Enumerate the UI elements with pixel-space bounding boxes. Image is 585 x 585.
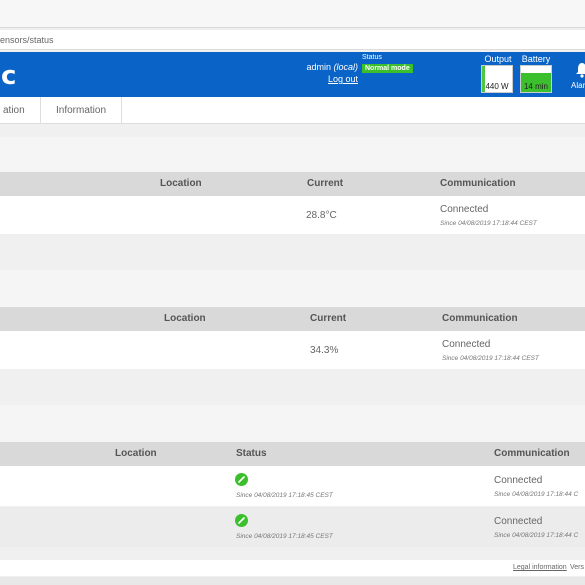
browser-toolbar xyxy=(0,0,585,28)
table-row[interactable]: 34.3% Connected Since 04/08/2019 17:18:4… xyxy=(0,331,585,369)
temperature-table-header: Location Current Communication xyxy=(0,172,585,196)
user-scope: (local) xyxy=(333,62,358,72)
comm-status: Connected xyxy=(442,339,491,350)
comm-since: Since 04/08/2019 17:18:44 C xyxy=(494,491,579,498)
comm-since: Since 04/08/2019 17:18:44 C xyxy=(494,532,579,539)
col-communication: Communication xyxy=(494,448,570,459)
col-location: Location xyxy=(160,178,202,189)
check-icon xyxy=(235,514,248,527)
alarms-label[interactable]: Alar xyxy=(571,81,585,90)
logo: c xyxy=(1,61,17,91)
status-badge: Normal mode xyxy=(362,64,413,73)
temperature-section-header xyxy=(0,137,585,172)
user-name: admin xyxy=(306,62,331,72)
logout-link[interactable]: Log out xyxy=(298,73,358,85)
tab-configuration[interactable]: ation xyxy=(0,97,41,124)
tab-information[interactable]: Information xyxy=(41,97,123,124)
battery-gauge[interactable]: 14 min xyxy=(520,65,552,93)
table-row[interactable]: 28.8°C Connected Since 04/08/2019 17:18:… xyxy=(0,196,585,234)
col-communication: Communication xyxy=(442,313,518,324)
output-gauge[interactable]: 440 W xyxy=(481,65,513,93)
col-status: Status xyxy=(236,448,267,459)
status-since: Since 04/08/2019 17:18:45 CEST xyxy=(236,533,333,540)
comm-status: Connected xyxy=(494,516,543,527)
col-current: Current xyxy=(310,313,347,324)
status-since: Since 04/08/2019 17:18:45 CEST xyxy=(236,492,333,499)
humidity-table-header: Location Current Communication xyxy=(0,307,585,331)
col-communication: Communication xyxy=(440,178,516,189)
tab-bar: ation Information xyxy=(0,97,585,124)
current-value: 34.3% xyxy=(310,345,339,356)
status-label: Status xyxy=(362,54,382,61)
current-value: 28.8°C xyxy=(306,210,337,221)
col-current: Current xyxy=(307,178,344,189)
check-icon xyxy=(235,473,248,486)
col-location: Location xyxy=(164,313,206,324)
table-row[interactable]: Since 04/08/2019 17:18:45 CEST Connected… xyxy=(0,507,585,547)
bottom-bar xyxy=(0,577,585,585)
footer: Legal information Vers xyxy=(0,560,585,576)
app-header: c admin (local) Log out Status Normal mo… xyxy=(0,52,585,97)
comm-since: Since 04/08/2019 17:18:44 CEST xyxy=(440,220,537,227)
col-location: Location xyxy=(115,448,157,459)
comm-status: Connected xyxy=(494,475,543,486)
comm-status: Connected xyxy=(440,204,489,215)
legal-link[interactable]: Legal information xyxy=(513,564,567,571)
output-label: Output xyxy=(484,54,512,64)
version-text: Vers xyxy=(570,564,585,571)
bell-icon[interactable] xyxy=(574,62,585,78)
output-value: 440 W xyxy=(485,82,509,91)
humidity-section-header xyxy=(0,270,585,307)
url-text: ensors/status xyxy=(0,35,54,45)
breadcrumb[interactable]: ensors/status xyxy=(0,30,585,50)
user-info: admin (local) Log out xyxy=(298,61,358,85)
comm-since: Since 04/08/2019 17:18:44 CEST xyxy=(442,355,539,362)
table-row[interactable]: Since 04/08/2019 17:18:45 CEST Connected… xyxy=(0,466,585,506)
contacts-table-header: Location Status Communication xyxy=(0,442,585,466)
battery-label: Battery xyxy=(521,54,551,64)
battery-value: 14 min xyxy=(523,82,548,91)
contacts-section-header xyxy=(0,405,585,442)
